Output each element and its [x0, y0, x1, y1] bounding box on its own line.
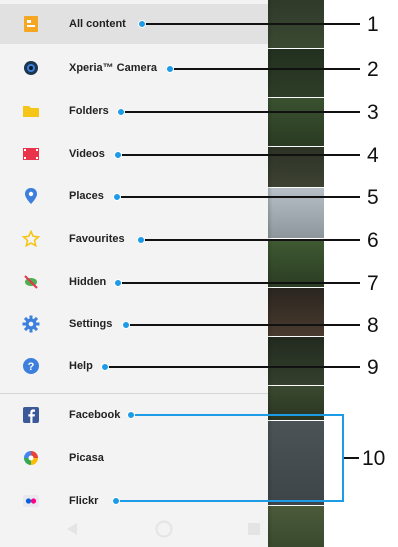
callout-number: 1 — [367, 13, 379, 36]
callout-line — [118, 154, 360, 156]
callout-line — [126, 324, 360, 326]
navigation-drawer: All content Xperia™ Camera Folders Video… — [0, 0, 268, 547]
callout-dot — [117, 108, 125, 116]
help-icon: ? — [23, 358, 39, 374]
all-content-icon — [24, 16, 38, 32]
callout-line — [117, 196, 360, 198]
callout-number: 8 — [367, 314, 379, 337]
menu-divider — [0, 393, 268, 394]
place-pin-icon — [25, 188, 37, 204]
callout-dot — [166, 65, 174, 73]
video-icon — [23, 148, 39, 160]
menu-item-label: Facebook — [69, 409, 121, 421]
photo-thumbnail[interactable] — [268, 98, 324, 146]
callout-dot — [114, 279, 122, 287]
callout-number: 5 — [367, 186, 379, 209]
menu-item-label: Hidden — [69, 276, 107, 288]
facebook-icon — [23, 407, 39, 423]
callout-bracket — [131, 414, 344, 416]
menu-item-picasa[interactable]: Picasa — [0, 438, 268, 478]
callout-line — [118, 282, 360, 284]
menu-item-label: Videos — [69, 148, 105, 160]
callout-dot — [112, 497, 120, 505]
callout-line — [121, 111, 360, 113]
photo-thumbnail[interactable] — [268, 147, 324, 187]
callout-number: 9 — [367, 356, 379, 379]
menu-item-label: Favourites — [69, 233, 125, 245]
callout-bracket — [116, 500, 344, 502]
callout-dot — [137, 236, 145, 244]
menu-item-label: Settings — [69, 318, 113, 330]
system-navigation-bar — [0, 512, 268, 547]
callout-dot — [127, 411, 135, 419]
flickr-icon — [23, 495, 39, 507]
hidden-icon — [24, 275, 38, 289]
menu-item-label: Folders — [69, 105, 109, 117]
callout-line — [344, 457, 359, 459]
folder-icon — [23, 106, 39, 117]
callout-dot — [138, 20, 146, 28]
callout-dot — [113, 193, 121, 201]
photo-thumbnail[interactable] — [268, 506, 324, 547]
back-icon[interactable] — [64, 521, 80, 537]
photo-thumbnail[interactable] — [268, 49, 324, 97]
menu-item-label: Help — [69, 360, 93, 372]
callout-dot — [114, 151, 122, 159]
callout-number: 6 — [367, 229, 379, 252]
photo-thumbnail[interactable] — [268, 337, 324, 385]
picasa-icon — [24, 451, 38, 465]
star-icon — [22, 230, 40, 248]
gear-icon — [22, 315, 40, 333]
recents-icon[interactable] — [247, 522, 261, 536]
callout-line — [142, 23, 360, 25]
callout-number: 10 — [362, 447, 386, 470]
photo-thumbnail[interactable] — [268, 288, 324, 336]
menu-item-label: Places — [69, 190, 104, 202]
callout-dot — [122, 321, 130, 329]
callout-number: 7 — [367, 272, 379, 295]
callout-number: 3 — [367, 101, 379, 124]
svg-text:?: ? — [28, 361, 35, 373]
callout-line — [170, 68, 360, 70]
callout-number: 4 — [367, 144, 379, 167]
home-icon[interactable] — [155, 520, 173, 538]
callout-line — [105, 366, 360, 368]
menu-item-label: Flickr — [69, 495, 99, 507]
callout-number: 2 — [367, 58, 379, 81]
callout-dot — [101, 363, 109, 371]
camera-icon — [24, 61, 38, 75]
photo-thumbnail[interactable] — [268, 239, 324, 287]
menu-item-label: All content — [69, 18, 126, 30]
photo-grid — [268, 0, 324, 547]
menu-item-label: Picasa — [69, 452, 104, 464]
photo-thumbnail[interactable] — [268, 421, 324, 505]
menu-item-label: Xperia™ Camera — [69, 62, 158, 74]
callout-line — [141, 239, 360, 241]
